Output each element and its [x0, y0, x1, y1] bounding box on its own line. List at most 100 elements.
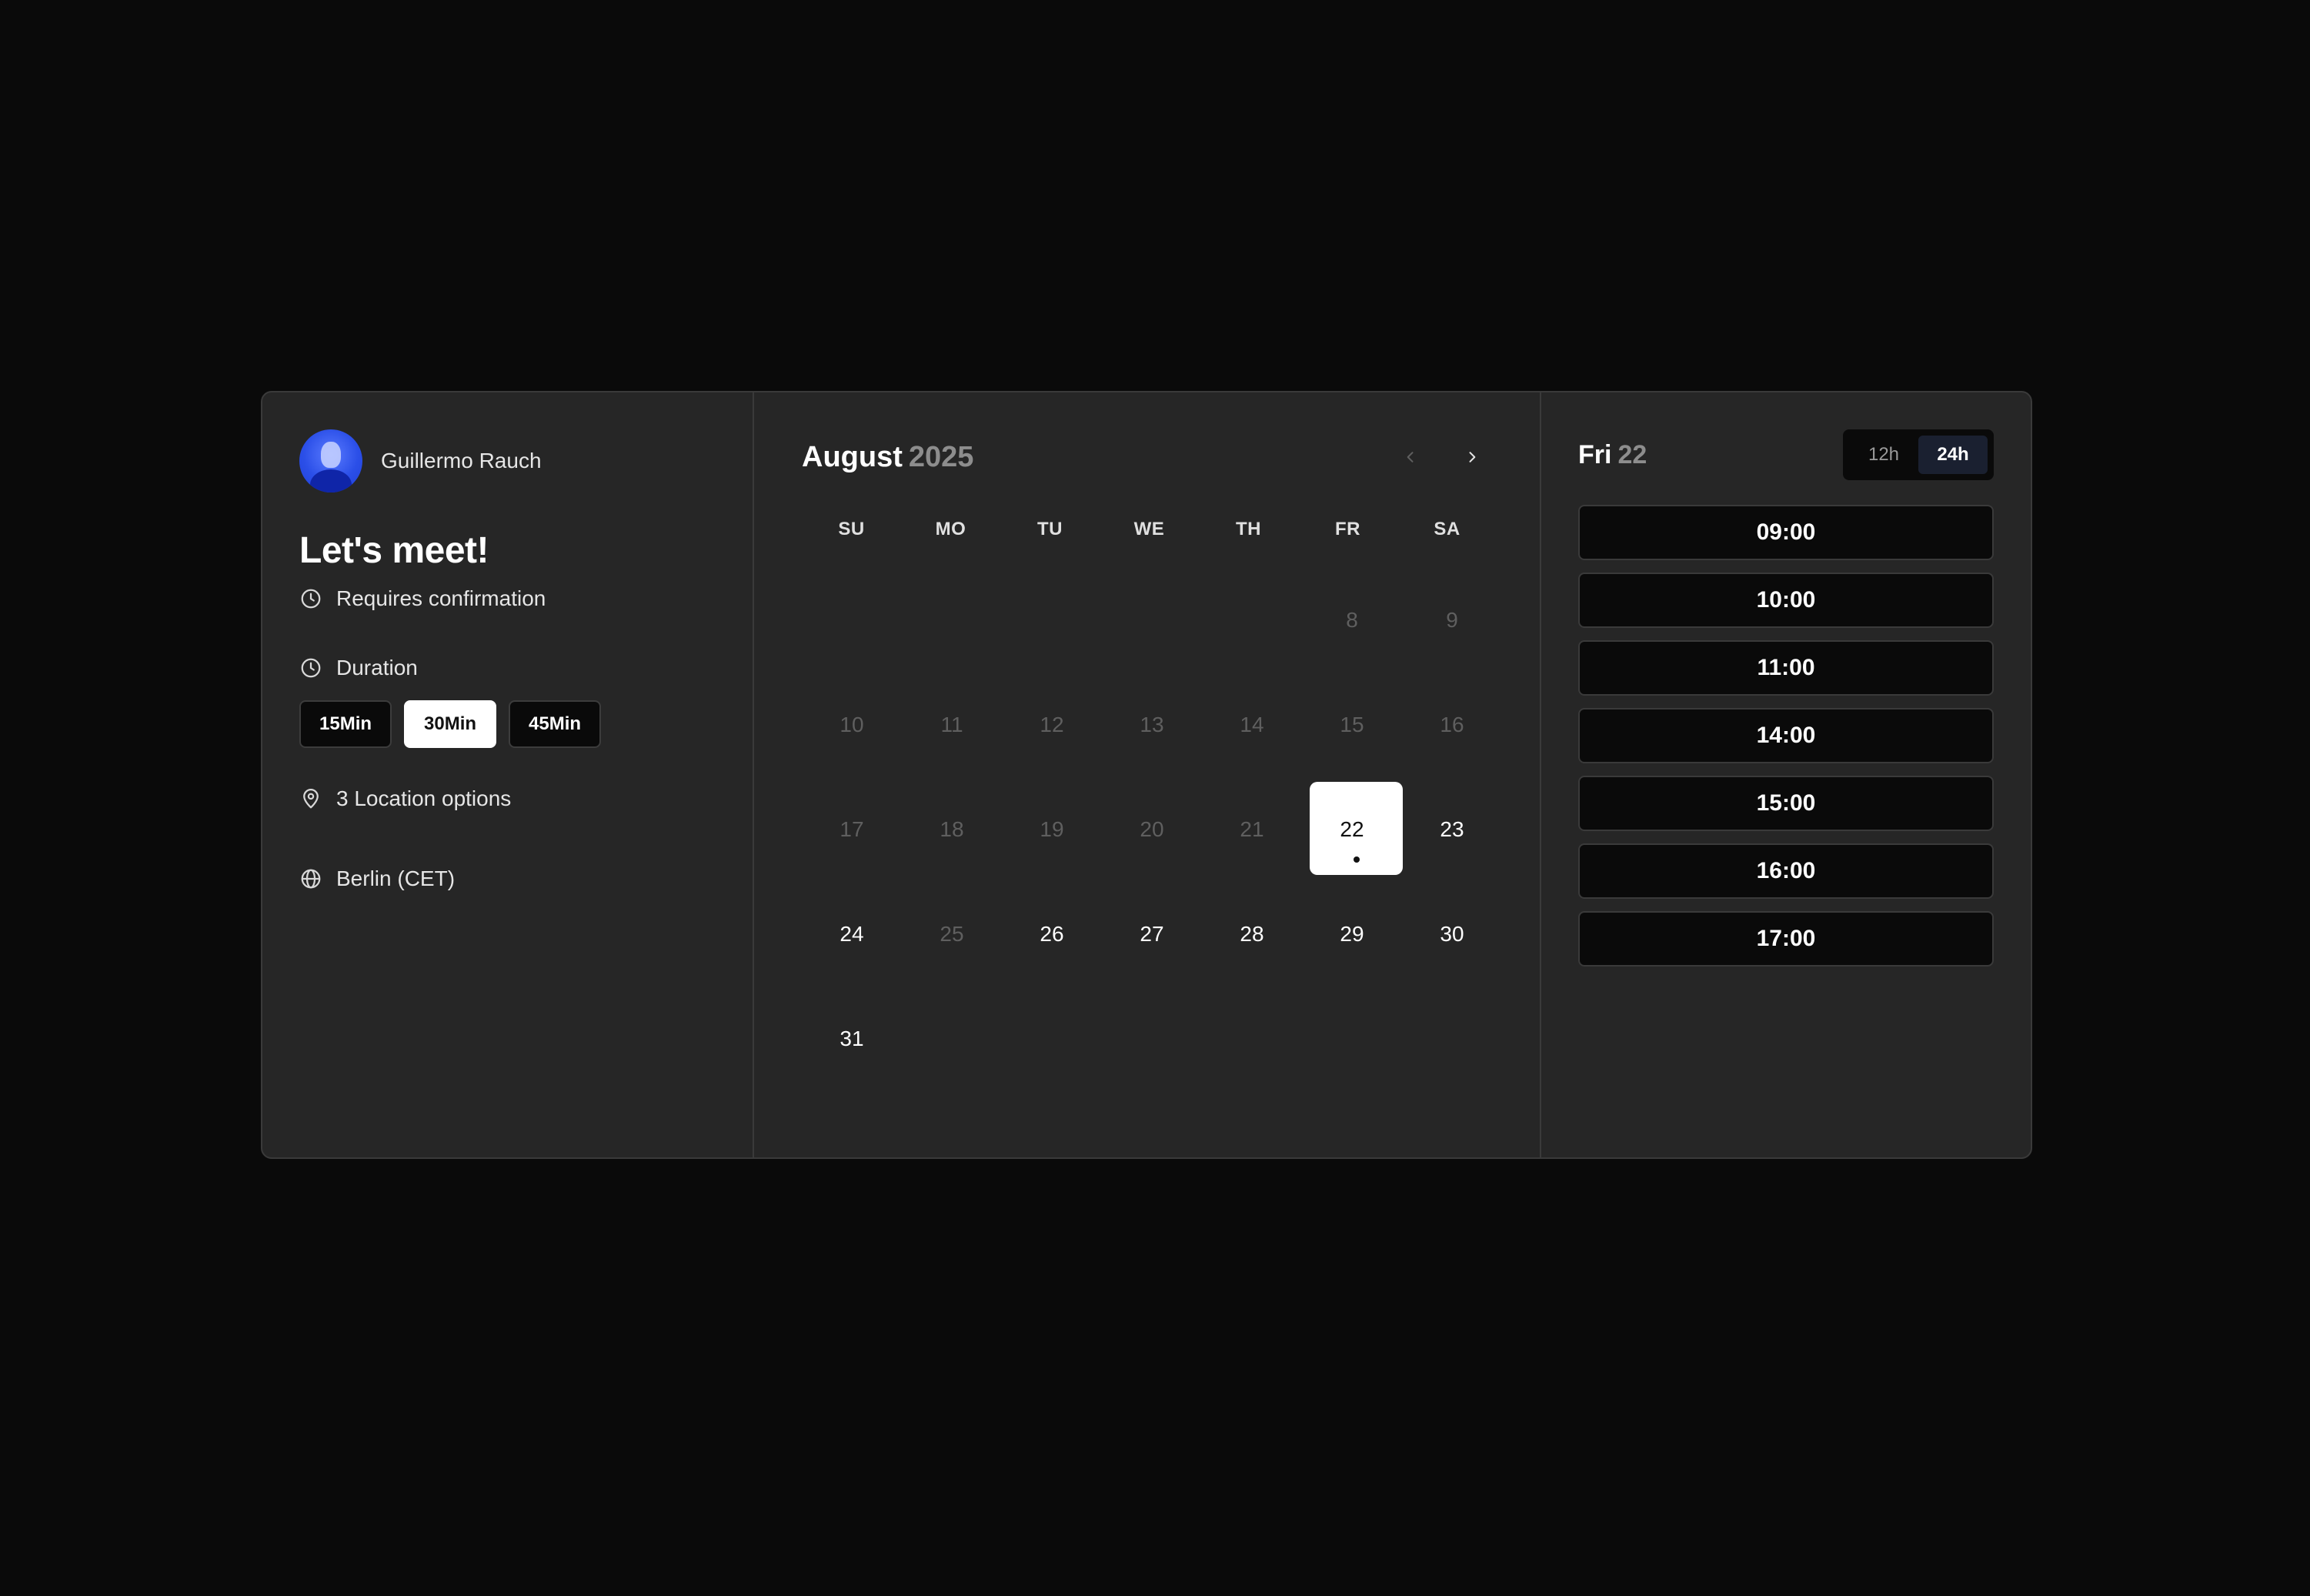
calendar-day-number: 19: [1040, 817, 1064, 841]
calendar-day[interactable]: 26: [1002, 882, 1102, 987]
calendar-day: 13: [1102, 673, 1202, 777]
weekday-label: TU: [1037, 519, 1063, 539]
avatar: [299, 429, 362, 492]
timezone-row[interactable]: Berlin (CET): [299, 866, 716, 891]
calendar-blank: [1102, 568, 1202, 673]
duration-15-button[interactable]: 15Min: [299, 700, 392, 748]
weekday-label: MO: [935, 519, 966, 539]
calendar-day-number: 27: [1140, 922, 1164, 946]
calendar-day[interactable]: 28: [1202, 882, 1302, 987]
duration-row: Duration: [299, 656, 716, 680]
calendar-day: 11: [902, 673, 1002, 777]
avatar-face: [321, 442, 341, 468]
calendar-day: 10: [802, 673, 902, 777]
selected-day-name: Fri: [1578, 439, 1612, 469]
calendar-day[interactable]: 24: [802, 882, 902, 987]
calendar-day[interactable]: 29: [1302, 882, 1402, 987]
calendar-day-number: 21: [1240, 817, 1264, 841]
calendar-day-number: 29: [1340, 922, 1364, 946]
calendar-day[interactable]: 27: [1102, 882, 1202, 987]
calendar-day: 12: [1002, 673, 1102, 777]
calendar-day-number: 23: [1440, 817, 1464, 841]
chevron-right-icon: [1469, 452, 1476, 462]
clock-icon: [301, 589, 321, 609]
time-slot-button[interactable]: 16:00: [1578, 843, 1994, 899]
calendar-day: 8: [1302, 568, 1402, 673]
calendar-day-number: 30: [1440, 922, 1464, 946]
calendar-day: 19: [1002, 777, 1102, 882]
calendar-blank: [1002, 568, 1102, 673]
calendar-day: 9: [1402, 568, 1502, 673]
calendar-day[interactable]: 31: [802, 987, 902, 1091]
selected-day: Fri 22: [1578, 440, 1647, 470]
duration-options: 15Min 30Min 45Min: [299, 700, 716, 748]
month-year: August 2025: [802, 441, 973, 474]
calendar-day-number: 14: [1240, 713, 1264, 736]
year-label: 2025: [908, 440, 974, 473]
location-text: 3 Location options: [336, 786, 512, 810]
weekday-label: SU: [838, 519, 865, 539]
time-slot-button[interactable]: 11:00: [1578, 640, 1994, 696]
format-12h-button[interactable]: 12h: [1849, 436, 1918, 474]
event-details-panel: Guillermo Rauch Let's meet! Requires con…: [262, 392, 754, 1157]
calendar-blank: [802, 568, 902, 673]
calendar-day-number: 22: [1340, 817, 1364, 841]
calendar-day-number: 25: [940, 922, 964, 946]
time-slot-button[interactable]: 14:00: [1578, 708, 1994, 763]
calendar-day-number: 17: [840, 817, 864, 841]
host-info: Guillermo Rauch: [299, 429, 716, 492]
duration-label: Duration: [336, 656, 418, 679]
duration-45-button[interactable]: 45Min: [509, 700, 602, 748]
calendar-day-number: 8: [1346, 608, 1358, 632]
time-slots-header: Fri 22 12h 24h: [1578, 429, 1994, 480]
chevron-left-icon: [1407, 452, 1414, 462]
prev-month-button[interactable]: [1397, 443, 1424, 471]
calendar-day[interactable]: 30: [1402, 882, 1502, 987]
event-title: Let's meet!: [299, 530, 489, 571]
calendar-day[interactable]: 23: [1402, 777, 1502, 882]
weekday-label: SA: [1434, 519, 1460, 539]
calendar-day: 18: [902, 777, 1002, 882]
booking-card: Guillermo Rauch Let's meet! Requires con…: [261, 391, 2032, 1159]
calendar-day-number: 28: [1240, 922, 1264, 946]
calendar-blank: [902, 568, 1002, 673]
confirmation-row: Requires confirmation: [299, 586, 716, 611]
time-slot-button[interactable]: 15:00: [1578, 776, 1994, 831]
calendar-day-selected[interactable]: 22: [1302, 777, 1403, 882]
calendar-day: 21: [1202, 777, 1302, 882]
globe-icon: [301, 869, 321, 889]
calendar-header: August 2025: [802, 436, 1492, 479]
month-navigation: [1397, 443, 1486, 471]
calendar-day: 14: [1202, 673, 1302, 777]
duration-30-button[interactable]: 30Min: [404, 700, 497, 748]
calendar-day-number: 20: [1140, 817, 1164, 841]
calendar-day-number: 31: [840, 1027, 864, 1050]
calendar-day: 25: [902, 882, 1002, 987]
calendar-day-number: 26: [1040, 922, 1064, 946]
weekday-label: TH: [1236, 519, 1261, 539]
calendar-day-number: 13: [1140, 713, 1164, 736]
timezone-text: Berlin (CET): [336, 866, 456, 890]
selected-day-number: 22: [1617, 439, 1647, 469]
location-row[interactable]: 3 Location options: [299, 786, 716, 811]
calendar-blank: [1202, 568, 1302, 673]
calendar-day-number: 10: [840, 713, 864, 736]
time-format-toggle: 12h 24h: [1843, 429, 1994, 480]
time-slot-button[interactable]: 09:00: [1578, 505, 1994, 560]
avatar-body: [310, 469, 352, 492]
format-24h-button[interactable]: 24h: [1918, 436, 1988, 474]
month-label: August: [802, 440, 903, 473]
calendar-day: 20: [1102, 777, 1202, 882]
weekday-label: WE: [1133, 519, 1165, 539]
weekday-header: SU MO TU WE TH FR SA: [802, 519, 1492, 540]
calendar-day: 17: [802, 777, 902, 882]
today-dot-indicator: [1354, 856, 1360, 863]
calendar-day-number: 24: [840, 922, 864, 946]
clock-icon: [301, 658, 321, 678]
time-slot-button[interactable]: 10:00: [1578, 573, 1994, 628]
calendar-day-number: 15: [1340, 713, 1364, 736]
weekday-label: FR: [1335, 519, 1360, 539]
calendar-day-number: 16: [1440, 713, 1464, 736]
next-month-button[interactable]: [1458, 443, 1486, 471]
time-slot-button[interactable]: 17:00: [1578, 911, 1994, 967]
